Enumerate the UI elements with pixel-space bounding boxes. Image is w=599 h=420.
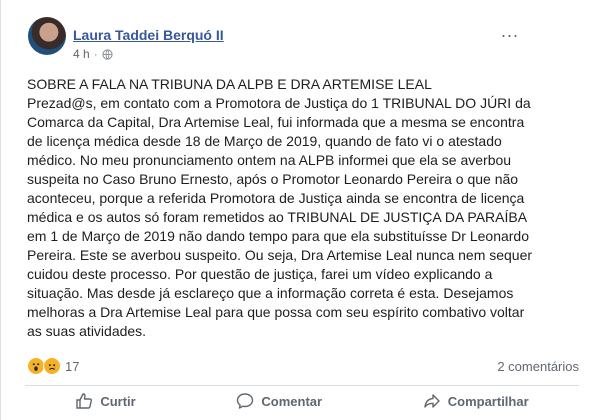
more-options-button[interactable]: ... — [501, 22, 519, 40]
like-button[interactable]: Curtir — [75, 392, 136, 410]
post-card: Laura Taddei Berquó II 4 h · ... SOBRE A… — [0, 0, 599, 420]
share-button[interactable]: Compartilhar — [423, 392, 529, 410]
like-label: Curtir — [100, 393, 136, 409]
post-paragraph: Prezad@s, em contato com a Promotora de … — [27, 95, 533, 339]
avatar[interactable] — [28, 17, 66, 55]
post-actions-bar: Curtir Comentar Compartilhar — [25, 392, 579, 410]
share-icon — [424, 394, 440, 408]
globe-icon[interactable] — [102, 48, 113, 60]
reactions-summary[interactable]: 17 — [27, 357, 79, 375]
meta-separator: · — [93, 47, 98, 61]
comment-button[interactable]: Comentar — [236, 392, 322, 410]
share-label: Compartilhar — [447, 393, 529, 409]
actions-divider — [25, 385, 579, 386]
sad-reaction-icon — [43, 357, 61, 375]
post-heading: SOBRE A FALA NA TRIBUNA DA ALPB E DRA AR… — [27, 76, 432, 92]
post-meta: 4 h · — [73, 47, 113, 61]
comment-label: Comentar — [261, 393, 323, 409]
post-timestamp[interactable]: 4 h — [73, 47, 90, 61]
comments-count-link[interactable]: 2 comentários — [497, 359, 579, 374]
post-body: SOBRE A FALA NA TRIBUNA DA ALPB E DRA AR… — [27, 75, 535, 341]
reactions-count: 17 — [65, 358, 80, 374]
post-author-name[interactable]: Laura Taddei Berquó II — [73, 27, 224, 43]
thumbs-up-icon — [76, 393, 93, 409]
comment-icon — [237, 393, 254, 409]
